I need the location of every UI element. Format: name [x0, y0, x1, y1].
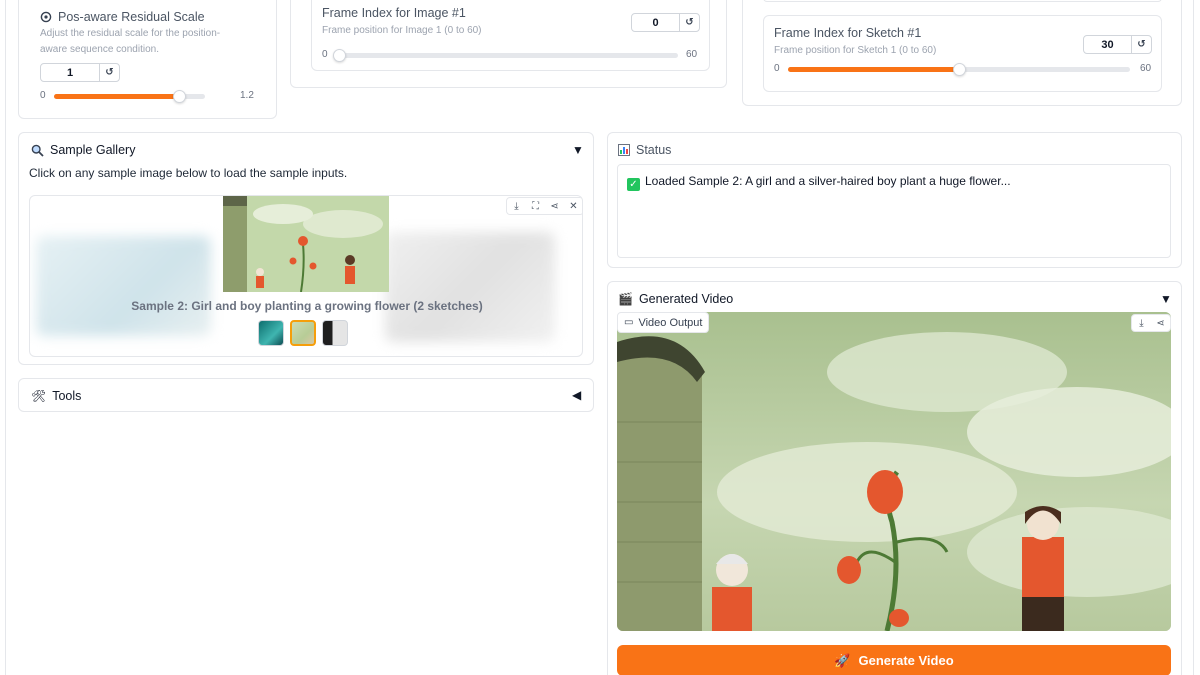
fullscreen-icon[interactable]: ⛶ [526, 198, 545, 214]
residual-scale-label: Pos-aware Residual Scale [58, 10, 205, 24]
sample-caption: Sample 2: Girl and boy planting a growin… [131, 299, 483, 313]
gallery-toolbar: ⤓ ⛶ ⋖ ✕ [506, 197, 582, 215]
video-player[interactable] [617, 312, 1171, 631]
bar-chart-icon [618, 144, 630, 156]
residual-scale-slider[interactable] [54, 90, 205, 103]
slider-thumb[interactable] [173, 90, 187, 103]
frame-image-title: Frame Index for Image #1 [322, 6, 466, 20]
generate-video-button[interactable]: 🚀 Generate Video [617, 645, 1171, 675]
slider-fill [54, 94, 180, 99]
sample-thumbnail-3[interactable] [322, 320, 348, 346]
sample-illustration [223, 196, 389, 292]
download-icon[interactable]: ⤓ [1132, 315, 1151, 331]
status-header: Status [618, 143, 671, 157]
frame-sketch-min: 0 [774, 63, 780, 74]
sample-thumbnail-2[interactable] [290, 320, 316, 346]
generated-video-header[interactable]: 🎬 Generated Video [618, 292, 733, 306]
slider-thumb[interactable] [333, 49, 346, 62]
status-title: Status [636, 143, 672, 157]
tools-panel[interactable]: 🛠 Tools ◀ [18, 378, 594, 412]
frame-sketch-group: Frame Index for Sketch #1 Frame position… [763, 15, 1162, 92]
collapse-caret-icon[interactable]: ▼ [572, 143, 584, 157]
frame-sketch-title: Frame Index for Sketch #1 [774, 26, 922, 40]
video-output-text: Video Output [638, 316, 703, 329]
share-icon[interactable]: ⋖ [545, 198, 564, 214]
previous-sample-preview[interactable] [36, 236, 211, 336]
sample-thumbnail-1[interactable] [258, 320, 284, 346]
slider-thumb[interactable] [953, 63, 966, 76]
reset-icon[interactable]: ↺ [679, 14, 699, 31]
share-icon[interactable]: ⋖ [1151, 315, 1170, 331]
sample-gallery-header[interactable]: Sample Gallery [31, 143, 135, 157]
hammer-wrench-icon: 🛠 [31, 389, 47, 403]
frame-image-group: Frame Index for Image #1 Frame position … [311, 0, 710, 71]
slider-fill [788, 67, 959, 72]
gear-icon [40, 11, 52, 23]
residual-scale-max: 1.2 [240, 90, 254, 101]
status-message: Loaded Sample 2: A girl and a silver-hai… [645, 174, 1011, 188]
tools-header[interactable]: 🛠 Tools [31, 389, 81, 403]
video-frame [617, 312, 1171, 631]
close-icon[interactable]: ✕ [564, 198, 582, 214]
sample-gallery-title: Sample Gallery [50, 143, 136, 157]
frame-image-min: 0 [322, 49, 328, 60]
residual-scale-input[interactable]: 1 ↺ [40, 63, 120, 82]
residual-scale-title: Pos-aware Residual Scale [40, 10, 205, 24]
residual-scale-description: Adjust the residual scale for the positi… [40, 28, 221, 55]
tools-title: Tools [52, 389, 82, 403]
status-textbox[interactable]: ✓ Loaded Sample 2: A girl and a silver-ha… [617, 164, 1171, 258]
video-output-label: ▭ Video Output [617, 312, 710, 333]
frame-image-description: Frame position for Image 1 (0 to 60) [322, 25, 482, 36]
check-mark-icon: ✓ [627, 178, 640, 191]
frame-sketch-slider[interactable] [788, 63, 1130, 76]
collapse-caret-icon[interactable]: ▼ [1160, 292, 1172, 306]
frame-sketch-card: Frame Index for Sketch #1 Frame position… [742, 0, 1182, 106]
frame-sketch-top-edge [763, 0, 1162, 2]
expand-caret-icon[interactable]: ◀ [572, 388, 581, 402]
frame-image-slider[interactable] [333, 49, 678, 62]
frame-sketch-value: 30 [1101, 38, 1114, 51]
frame-image-input[interactable]: 0 ↺ [631, 13, 700, 32]
frame-sketch-input[interactable]: 30 ↺ [1083, 35, 1152, 54]
sample-gallery: ⤓ ⛶ ⋖ ✕ Sample 2: Girl and boy planting … [29, 195, 583, 357]
sample-image[interactable] [223, 196, 389, 292]
frame-image-max: 60 [686, 49, 698, 60]
frame-sketch-description: Frame position for Sketch 1 (0 to 60) [774, 45, 937, 56]
download-icon[interactable]: ⤓ [507, 198, 526, 214]
residual-scale-card: Pos-aware Residual Scale Adjust the resi… [18, 0, 277, 119]
sample-gallery-instruction: Click on any sample image below to load … [29, 166, 348, 180]
frame-image-value: 0 [652, 16, 659, 29]
generated-video-title: Generated Video [638, 292, 734, 306]
sample-thumbnails [258, 320, 348, 346]
page-edge-right [1193, 0, 1194, 675]
residual-scale-value: 1 [66, 66, 74, 79]
generate-video-label: Generate Video [858, 653, 954, 668]
clapper-board-icon: 🎬 [618, 292, 633, 306]
rocket-icon: 🚀 [834, 652, 851, 668]
frame-sketch-max: 60 [1140, 63, 1152, 74]
reset-icon[interactable]: ↺ [1131, 36, 1151, 53]
video-toolbar: ⤓ ⋖ [1131, 314, 1171, 332]
next-sample-preview[interactable] [385, 232, 555, 342]
frame-image-card: Frame Index for Image #1 Frame position … [290, 0, 727, 88]
page-edge-left [5, 0, 6, 675]
reset-icon[interactable]: ↺ [99, 64, 119, 81]
residual-scale-min: 0 [40, 90, 46, 101]
magnifier-icon [31, 144, 44, 157]
video-camera-icon: ▭ [624, 317, 634, 328]
